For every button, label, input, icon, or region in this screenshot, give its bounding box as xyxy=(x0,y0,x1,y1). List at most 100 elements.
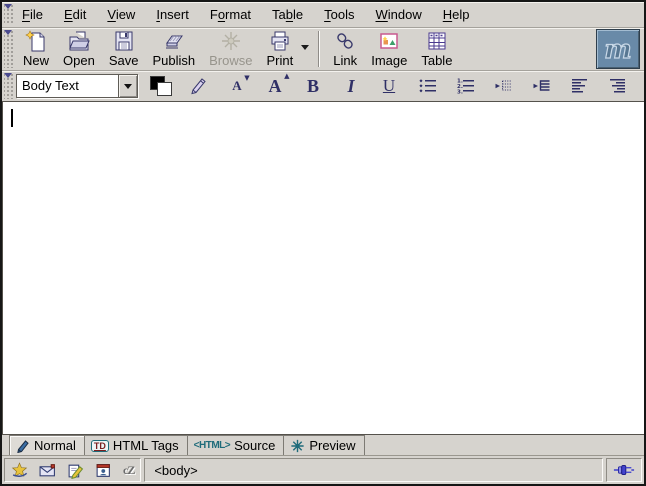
tab-preview-label: Preview xyxy=(309,438,355,453)
editor-canvas[interactable] xyxy=(2,101,644,435)
pen-icon xyxy=(16,439,30,453)
highlight-color-button[interactable] xyxy=(186,74,212,98)
navigator-icon[interactable] xyxy=(11,462,28,479)
tab-html-tags-label: HTML Tags xyxy=(113,438,179,453)
align-right-icon xyxy=(608,77,627,95)
align-left-button[interactable] xyxy=(566,74,592,98)
toolbar-separator xyxy=(318,31,320,67)
link-icon xyxy=(333,30,357,52)
indent-icon xyxy=(532,77,551,95)
td-tag-icon: TD xyxy=(91,440,109,452)
link-button[interactable]: Link xyxy=(328,29,362,69)
composer-window: File Edit View Insert Format Table Tools… xyxy=(0,0,646,486)
italic-icon: I xyxy=(347,76,354,97)
underline-icon: U xyxy=(383,76,395,96)
decrease-font-size-button[interactable]: A▼ xyxy=(224,74,250,98)
decrease-font-size-icon: A▼ xyxy=(232,78,241,94)
numbered-list-button[interactable]: 1.2.3. xyxy=(452,74,478,98)
tab-normal[interactable]: Normal xyxy=(9,435,85,455)
toolbar-grippy[interactable] xyxy=(4,73,14,99)
edit-mode-tabbar: Normal TD HTML Tags <HTML> Source Previe… xyxy=(2,435,644,455)
outdent-button[interactable] xyxy=(490,74,516,98)
tab-normal-label: Normal xyxy=(34,438,76,453)
outdent-icon xyxy=(494,77,513,95)
image-icon xyxy=(377,30,401,52)
paragraph-style-select[interactable]: Body Text xyxy=(16,74,138,98)
tab-source[interactable]: <HTML> Source xyxy=(187,435,285,455)
bulleted-list-button[interactable] xyxy=(414,74,440,98)
text-color-button[interactable] xyxy=(148,74,174,98)
online-status-panel[interactable] xyxy=(606,458,642,482)
chevron-down-icon xyxy=(124,84,132,93)
increase-font-size-icon: A▲ xyxy=(269,76,282,97)
indent-button[interactable] xyxy=(528,74,554,98)
print-label: Print xyxy=(266,53,293,68)
combo-dropdown-button[interactable] xyxy=(118,75,137,97)
publish-button[interactable]: Publish xyxy=(147,29,200,69)
tab-preview[interactable]: Preview xyxy=(283,435,364,455)
menu-format[interactable]: Format xyxy=(204,5,257,24)
open-label: Open xyxy=(63,53,95,68)
tab-html-tags[interactable]: TD HTML Tags xyxy=(84,435,188,455)
table-label: Table xyxy=(421,53,452,68)
svg-text:3.: 3. xyxy=(457,90,463,96)
menu-view[interactable]: View xyxy=(101,5,141,24)
new-page-icon xyxy=(24,30,48,52)
text-caret xyxy=(11,109,13,127)
open-folder-icon xyxy=(67,30,91,52)
bulleted-list-icon xyxy=(418,77,437,95)
chatzilla-icon[interactable]: cZ xyxy=(123,463,134,478)
link-label: Link xyxy=(333,53,357,68)
tab-source-label: Source xyxy=(234,438,275,453)
node-path-text: <body> xyxy=(154,463,197,478)
mail-icon[interactable] xyxy=(39,462,56,479)
component-bar: cZ xyxy=(4,458,141,482)
toolbar-grippy[interactable] xyxy=(4,30,14,68)
svg-text:m: m xyxy=(604,35,632,64)
bold-icon: B xyxy=(307,76,319,97)
menu-insert[interactable]: Insert xyxy=(150,5,195,24)
text-color-swatch xyxy=(150,76,172,96)
print-button[interactable]: Print xyxy=(261,29,298,69)
image-label: Image xyxy=(371,53,407,68)
publish-label: Publish xyxy=(152,53,195,68)
menu-window[interactable]: Window xyxy=(370,5,428,24)
open-button[interactable]: Open xyxy=(58,29,100,69)
align-right-button[interactable] xyxy=(604,74,630,98)
image-button[interactable]: Image xyxy=(366,29,412,69)
save-floppy-icon xyxy=(112,30,136,52)
menu-help[interactable]: Help xyxy=(437,5,476,24)
main-toolbar: New Open Save Publish Browse xyxy=(2,28,644,71)
publish-icon xyxy=(162,30,186,52)
mozilla-logo[interactable]: m xyxy=(596,29,640,69)
browse-label: Browse xyxy=(209,53,252,68)
increase-font-size-button[interactable]: A▲ xyxy=(262,74,288,98)
align-left-icon xyxy=(570,77,589,95)
table-button[interactable]: Table xyxy=(416,29,457,69)
toolbar-grippy[interactable] xyxy=(4,4,14,25)
save-button[interactable]: Save xyxy=(104,29,144,69)
new-label: New xyxy=(23,53,49,68)
browse-icon xyxy=(219,30,243,52)
menubar: File Edit View Insert Format Table Tools… xyxy=(2,2,644,28)
print-dropdown-arrow[interactable] xyxy=(301,45,309,54)
preview-icon xyxy=(290,439,305,453)
new-button[interactable]: New xyxy=(18,29,54,69)
menu-file[interactable]: File xyxy=(16,5,49,24)
save-label: Save xyxy=(109,53,139,68)
statusbar: cZ <body> xyxy=(2,455,644,484)
underline-button[interactable]: U xyxy=(376,74,402,98)
node-path-panel[interactable]: <body> xyxy=(144,458,603,482)
menu-tools[interactable]: Tools xyxy=(318,5,360,24)
composer-icon[interactable] xyxy=(67,462,84,479)
highlight-pen-icon xyxy=(189,76,209,96)
menu-edit[interactable]: Edit xyxy=(58,5,92,24)
addressbook-icon[interactable] xyxy=(95,462,112,479)
bold-button[interactable]: B xyxy=(300,74,326,98)
paragraph-style-value: Body Text xyxy=(17,75,118,97)
print-icon xyxy=(268,30,292,52)
browse-button[interactable]: Browse xyxy=(204,29,257,69)
menu-table[interactable]: Table xyxy=(266,5,309,24)
italic-button[interactable]: I xyxy=(338,74,364,98)
table-icon xyxy=(425,30,449,52)
